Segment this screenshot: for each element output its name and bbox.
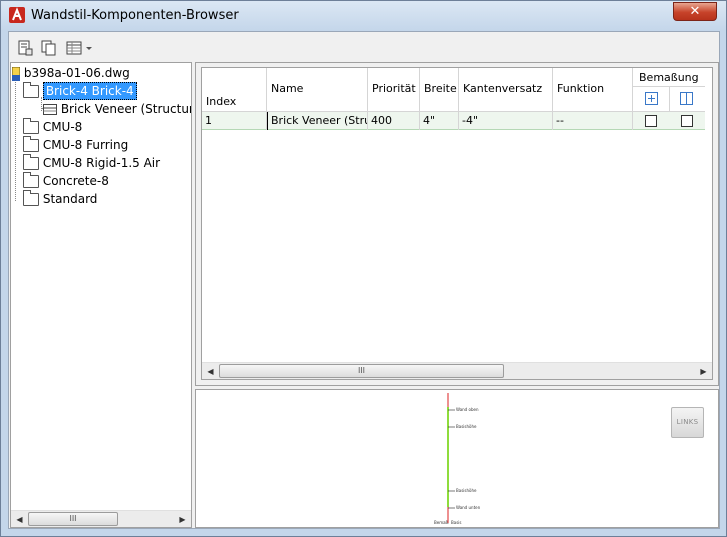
folder-icon [23, 190, 39, 206]
dimension-split-icon[interactable] [680, 92, 693, 105]
preview-annotation: Wand unten [456, 505, 481, 510]
links-button[interactable]: LINKS [671, 407, 704, 438]
column-header-priority[interactable]: Priorität [368, 68, 420, 112]
cell-priority[interactable]: 400 [368, 112, 420, 130]
tree-item-label: Brick-4 Brick-4 [42, 82, 137, 100]
tree-guide-line [15, 80, 16, 201]
column-header-dimension[interactable]: Bemaßung [633, 68, 705, 112]
preview-axis-label-left: Bemaß. [434, 520, 450, 525]
folder-icon [23, 154, 39, 170]
close-button[interactable]: ✕ [673, 2, 717, 21]
tree-item-label: CMU-8 [42, 120, 83, 134]
column-header-width[interactable]: Breite [420, 68, 459, 112]
tree-item-cmu-8-rigid[interactable]: CMU-8 Rigid-1.5 Air [23, 154, 160, 172]
tree-item-cmu-8-furring[interactable]: CMU-8 Furring [23, 136, 128, 154]
component-grid-pane: Index Name Priorität Breite Kantenversat… [195, 62, 719, 386]
dialog-window: Wandstil-Komponenten-Browser ✕ b398a-01-… [0, 0, 727, 537]
window-title: Wandstil-Komponenten-Browser [31, 8, 239, 23]
folder-icon [23, 118, 39, 134]
tree-item-label: Standard [42, 192, 98, 206]
tree-horizontal-scrollbar[interactable]: ◀ III ▶ [11, 510, 191, 527]
preview-annotation: Basishöhe [456, 488, 477, 493]
scroll-thumb[interactable]: III [219, 364, 504, 378]
table-row[interactable]: 1 Brick Veneer (Stru... 400 4" -4" -- [202, 112, 705, 130]
toolbar [9, 32, 719, 62]
tree-root-label: b398a-01-06.dwg [23, 66, 130, 80]
scroll-right-icon[interactable]: ▶ [174, 511, 191, 527]
scroll-left-icon[interactable]: ◀ [11, 511, 28, 527]
grid-horizontal-scrollbar[interactable]: ◀ III ▶ [202, 362, 712, 379]
close-icon: ✕ [689, 4, 701, 19]
header-divider [669, 86, 670, 112]
table-view-icon [66, 41, 92, 55]
client-area: b398a-01-06.dwg Brick-4 Brick-4 Brick Ve… [8, 31, 720, 529]
scroll-right-icon[interactable]: ▶ [695, 363, 712, 379]
column-header-index[interactable]: Index [202, 68, 267, 112]
tree-item-label: CMU-8 Rigid-1.5 Air [42, 156, 161, 170]
scroll-thumb[interactable]: III [28, 512, 118, 526]
tree-item-concrete-8[interactable]: Concrete-8 [23, 172, 109, 190]
copy-button[interactable] [38, 37, 60, 59]
preview-axis-label-right: Basis [451, 520, 462, 525]
tree-item-standard[interactable]: Standard [23, 190, 97, 208]
preview-annotation: Wand oben [456, 407, 479, 412]
title-bar[interactable]: Wandstil-Komponenten-Browser ✕ [1, 1, 726, 31]
cell-edge-offset[interactable]: -4" [459, 112, 553, 130]
component-icon [43, 104, 57, 115]
tree-item-label: CMU-8 Furring [42, 138, 129, 152]
column-header-edge-offset[interactable]: Kantenversatz [459, 68, 553, 112]
column-header-function[interactable]: Funktion [553, 68, 633, 112]
style-tree[interactable]: b398a-01-06.dwg Brick-4 Brick-4 Brick Ve… [10, 62, 192, 528]
folder-icon [23, 136, 39, 152]
cell-function[interactable]: -- [553, 112, 633, 130]
wall-preview: Wand oben Basishöhe Basishöhe Wand unten… [195, 389, 719, 528]
table-view-button[interactable] [63, 37, 97, 59]
copy-icon [41, 40, 56, 56]
preview-annotation: Basishöhe [456, 424, 477, 429]
tree-item-label: Brick Veneer (Structural) [60, 102, 191, 116]
dimension-checkbox-2[interactable] [681, 115, 693, 127]
column-header-name[interactable]: Name [267, 68, 368, 112]
new-style-icon [18, 40, 33, 56]
cell-index[interactable]: 1 [202, 112, 267, 130]
tree-item-label: Concrete-8 [42, 174, 109, 188]
folder-icon [23, 82, 39, 98]
tree-item-cmu-8[interactable]: CMU-8 [23, 118, 82, 136]
drawing-file-icon [11, 66, 21, 81]
tree-item-brick-veneer[interactable]: Brick Veneer (Structural) [43, 100, 191, 118]
scroll-left-icon[interactable]: ◀ [202, 363, 219, 379]
cell-name[interactable]: Brick Veneer (Stru... [267, 112, 368, 130]
folder-icon [23, 172, 39, 188]
tree-root[interactable]: b398a-01-06.dwg [11, 64, 130, 82]
dimension-checkbox-1[interactable] [645, 115, 657, 127]
new-style-button[interactable] [14, 37, 36, 59]
dimension-add-icon[interactable] [645, 92, 658, 105]
component-grid[interactable]: Index Name Priorität Breite Kantenversat… [201, 67, 713, 380]
tree-item-brick-4[interactable]: Brick-4 Brick-4 [23, 82, 137, 100]
cell-width[interactable]: 4" [420, 112, 459, 130]
autocad-app-icon [9, 7, 25, 23]
